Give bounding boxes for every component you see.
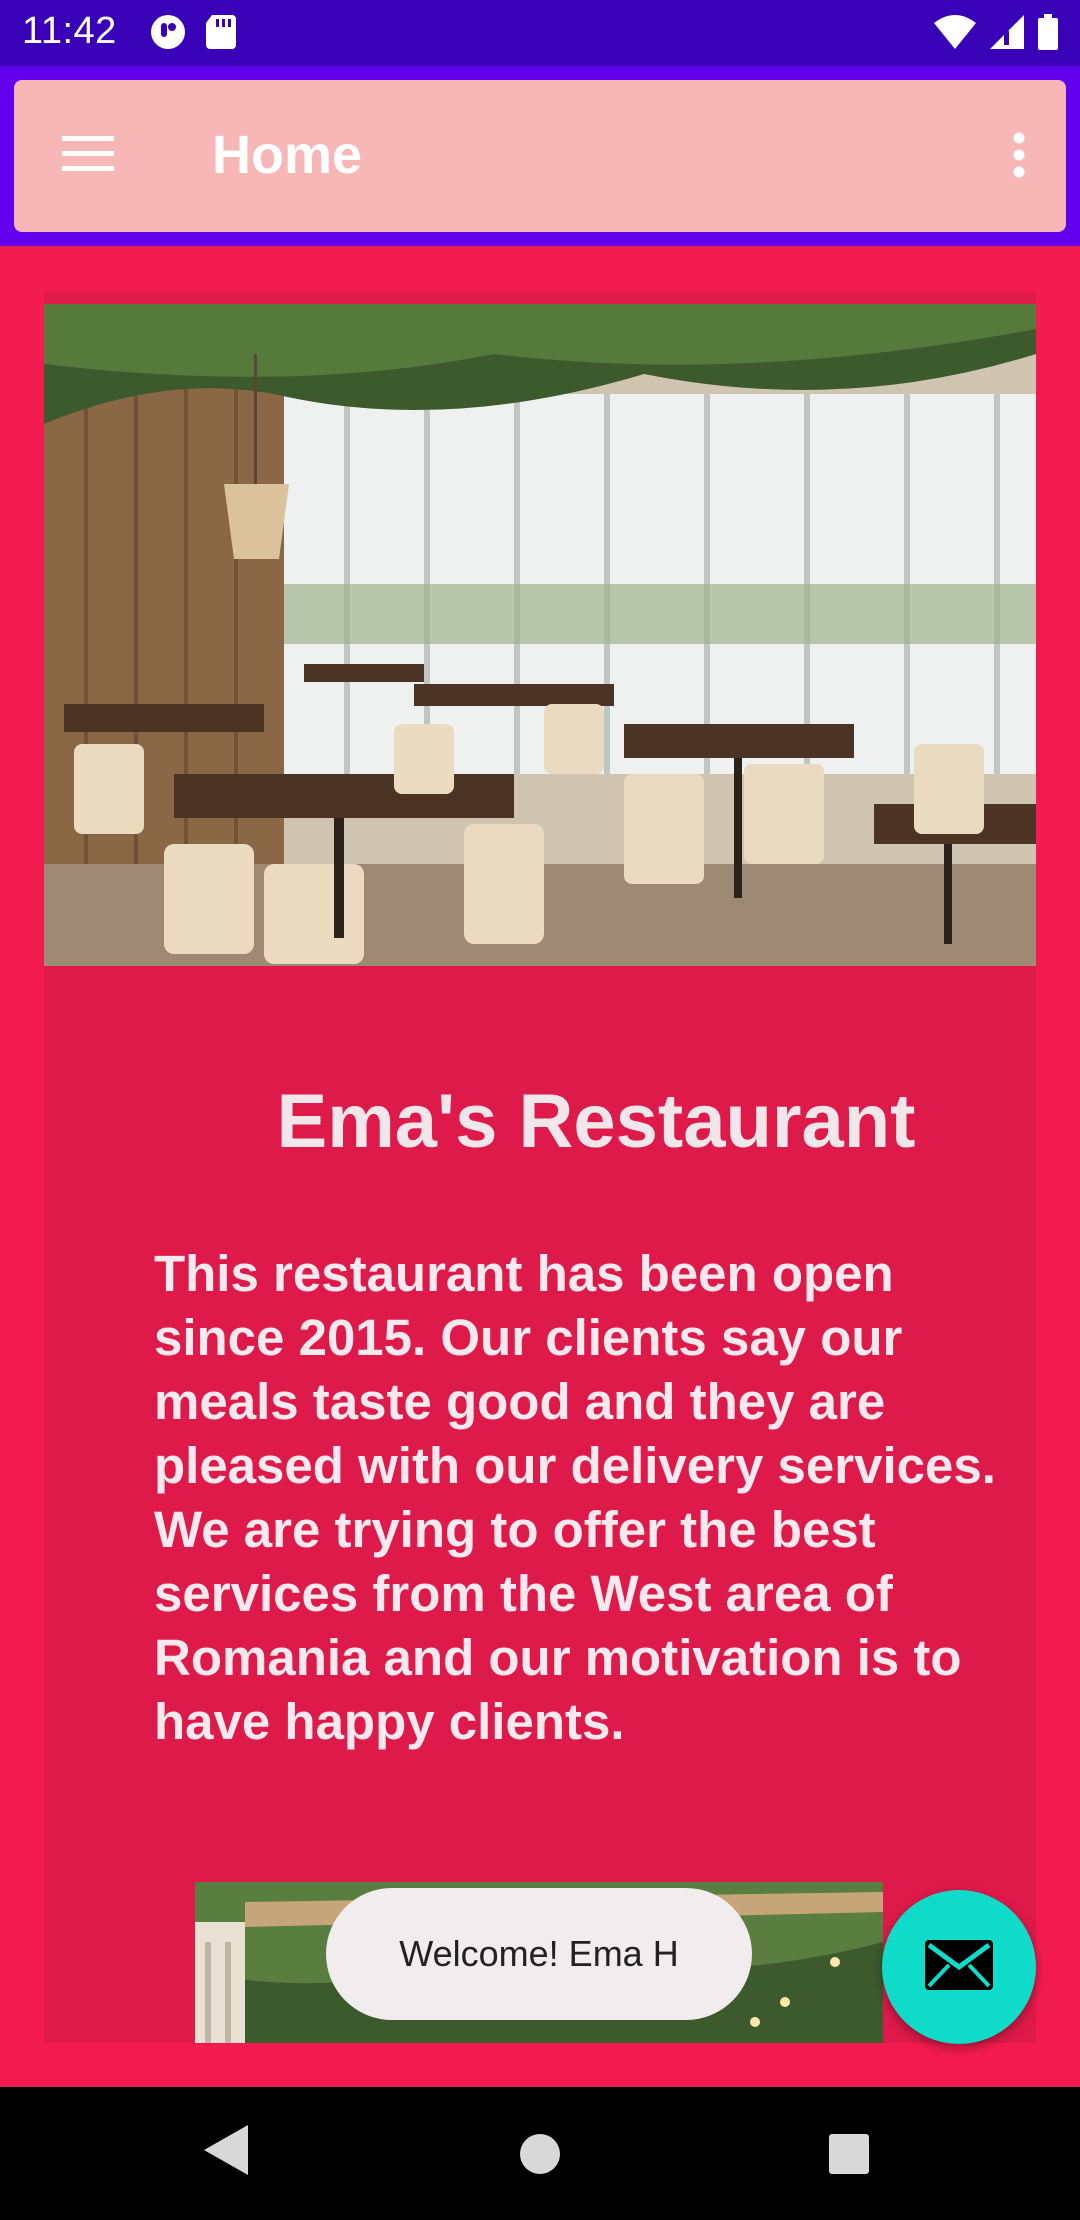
page-title: Home (212, 125, 363, 185)
restaurant-card: Ema's Restaurant This restaurant has bee… (44, 292, 1036, 2043)
hamburger-menu-icon[interactable] (62, 136, 114, 177)
status-time: 11:42 (22, 10, 117, 52)
content-area[interactable]: Ema's Restaurant This restaurant has bee… (0, 246, 1080, 2087)
app-bar: Home (14, 80, 1066, 232)
status-bar: 11:42 (0, 0, 1080, 66)
cell-signal-icon (990, 15, 1024, 54)
restaurant-name: Ema's Restaurant (276, 1079, 916, 1164)
back-icon[interactable] (204, 2125, 248, 2180)
welcome-toast: Welcome! Ema H (326, 1888, 752, 2020)
email-icon (925, 1939, 993, 1995)
restaurant-description: This restaurant has been open since 2015… (154, 1245, 996, 1750)
home-icon[interactable] (519, 2133, 561, 2180)
battery-icon (1038, 14, 1058, 55)
notification-app-icon (150, 14, 186, 55)
wifi-icon (934, 15, 976, 54)
email-fab-button[interactable] (882, 1890, 1036, 2044)
recents-icon[interactable] (829, 2134, 869, 2179)
app-bar-frame: Home (0, 66, 1080, 246)
overflow-menu-icon[interactable] (1012, 132, 1026, 183)
sd-card-icon (206, 15, 236, 54)
system-navigation-bar (0, 2087, 1080, 2220)
restaurant-interior-photo (44, 304, 1036, 966)
